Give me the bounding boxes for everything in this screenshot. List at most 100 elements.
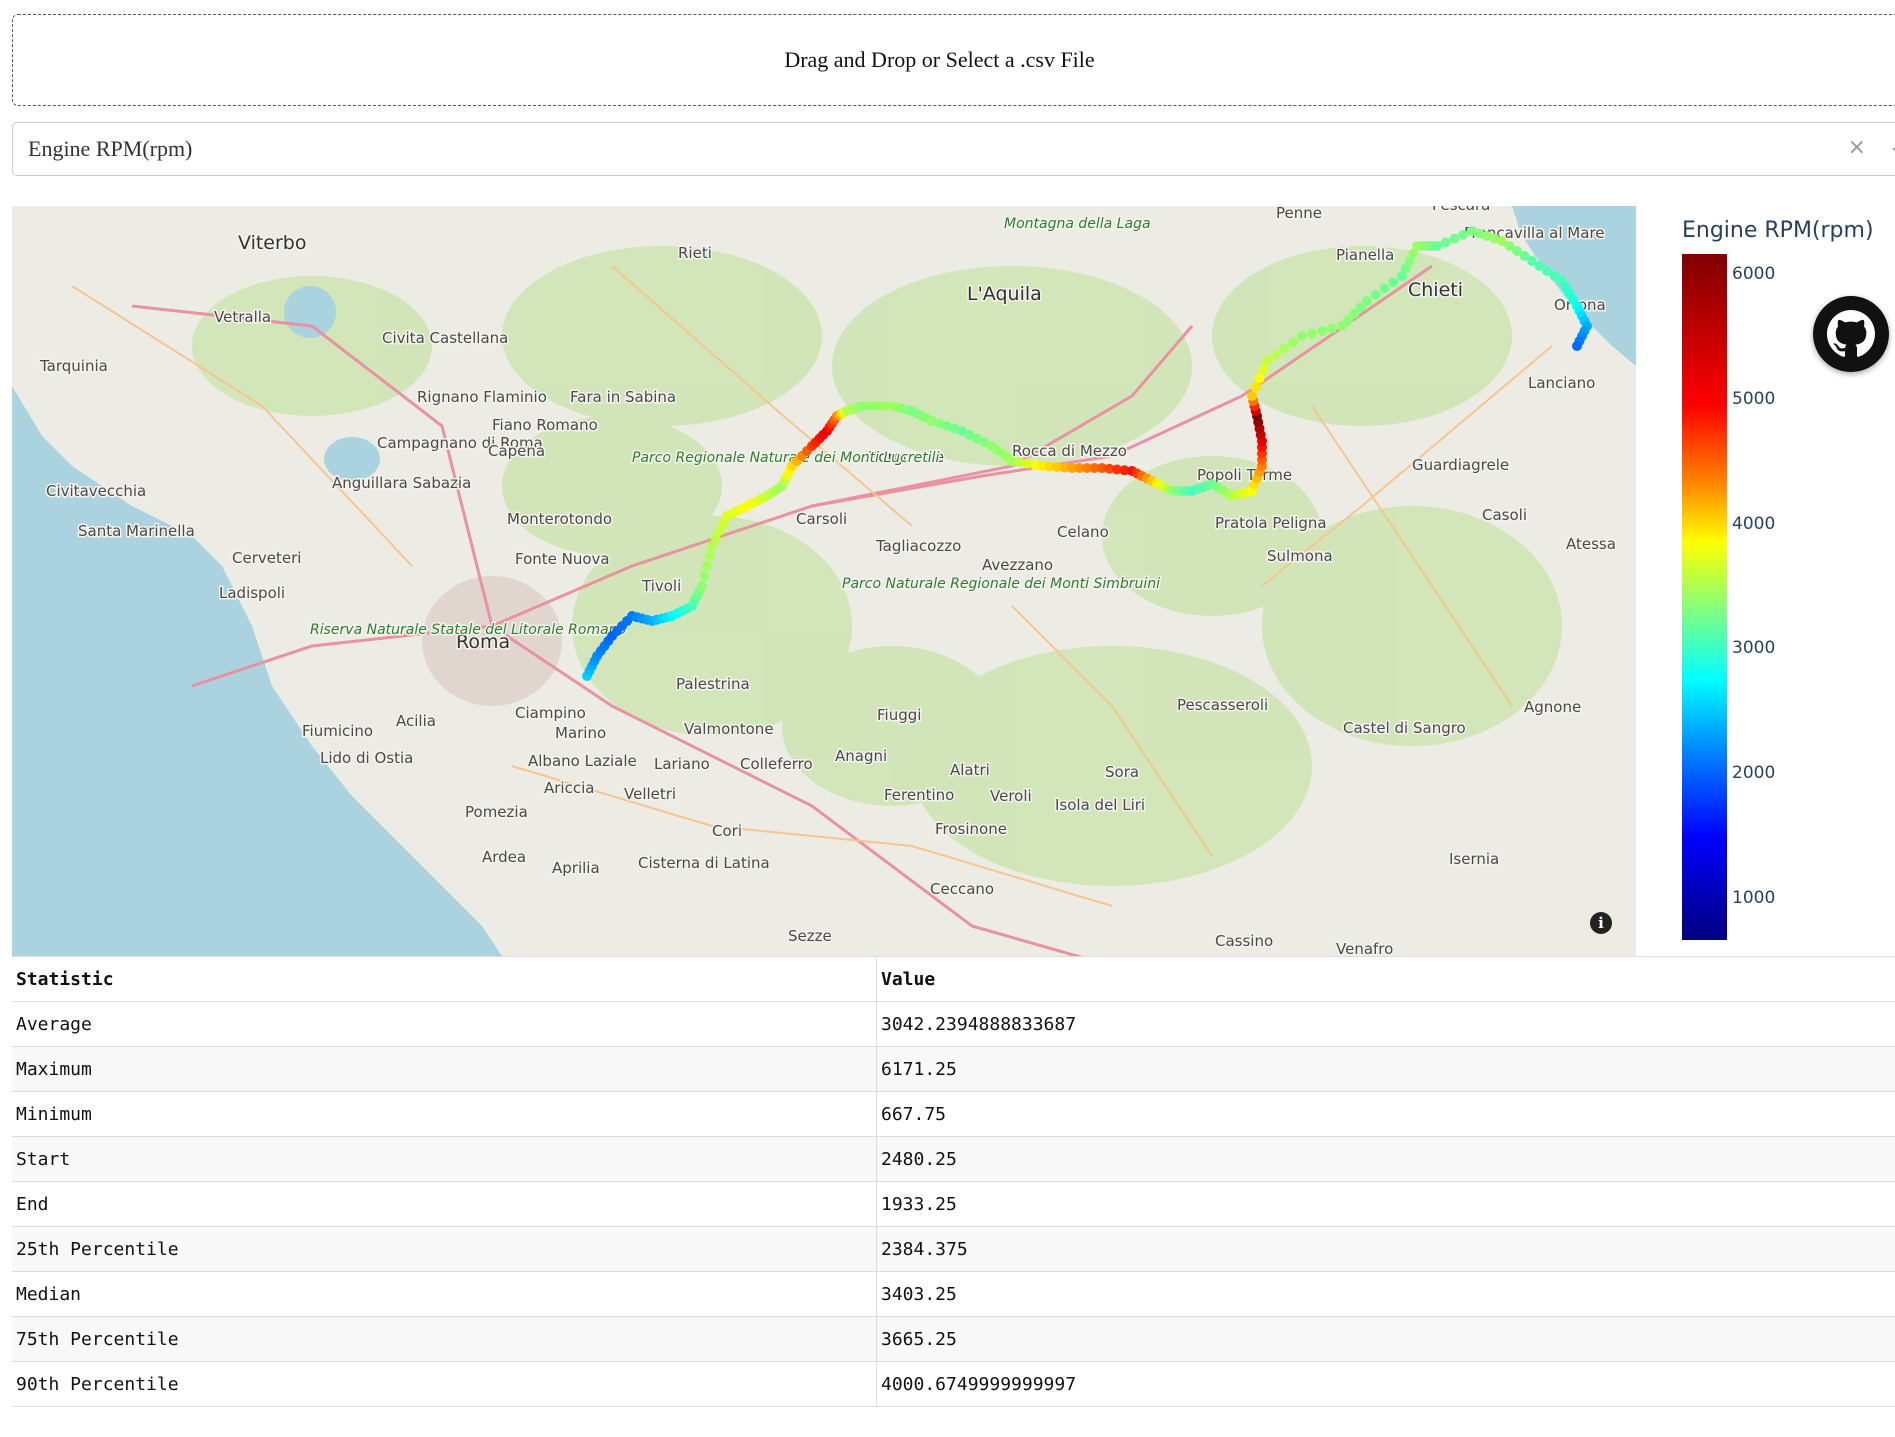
route-point[interactable] [697,581,707,591]
map-label: Penne [1276,206,1322,222]
route-point[interactable] [1270,349,1281,360]
map-label: Sezze [788,927,832,945]
map-label: Monterotondo [507,510,612,528]
map-label: Marino [555,724,606,742]
route-point[interactable] [1362,296,1372,306]
map-label: Pomezia [465,803,528,821]
route-point[interactable] [1307,328,1317,339]
selected-value: Engine RPM(rpm) [28,136,193,161]
map-label: Albano Laziale [528,752,637,770]
route-point[interactable] [1388,277,1399,288]
value-cell: 3403.25 [876,1271,1895,1317]
statistic-cell: Maximum [12,1046,877,1092]
github-link[interactable] [1813,296,1889,372]
route-point[interactable] [1258,364,1269,375]
statistic-cell: Average [12,1001,877,1047]
map-label: Guardiagrele [1412,456,1509,474]
value-cell: 6171.25 [876,1046,1895,1092]
map-canvas[interactable]: Viterbo Rieti L'Aquila Vetralla Civita C… [12,206,1636,956]
map-label: Fiano Romano [492,416,598,434]
map-label: Celano [1057,523,1109,541]
route-point[interactable] [1432,241,1442,251]
colorbar-tick: 2000 [1732,763,1776,783]
map-label: Anagni [835,747,887,765]
header-value: Value [876,956,1895,1002]
map-label: L'Aquila [967,283,1042,305]
table-row: Maximum 6171.25 [12,1046,1895,1092]
route-point[interactable] [1440,237,1451,248]
lake-vico [284,286,336,338]
map-label: Rignano Flaminio [417,388,547,406]
map-label: Ceccano [930,880,994,898]
colorbar-tick: 4000 [1732,514,1776,534]
route-point[interactable] [702,561,712,571]
route-point[interactable] [1572,341,1582,351]
route-point[interactable] [1449,233,1460,244]
map-label: Montagna della Laga [1004,216,1151,232]
route-point[interactable] [1254,373,1265,384]
map-label: Valmontone [684,720,774,738]
info-icon[interactable]: i [1590,912,1612,934]
route-point[interactable] [1379,283,1390,294]
table-row: Start 2480.25 [12,1136,1895,1182]
map-label: Acilia [396,712,436,730]
map-label: Rocca di Mezzo [1012,442,1127,460]
route-point[interactable] [1247,391,1257,401]
map-label: Anguillara Sabazia [332,474,471,492]
map-label: Aprilia [552,859,600,877]
route-point[interactable] [1458,229,1469,240]
map-label: Fiumicino [302,722,373,740]
table-row: 25th Percentile 2384.375 [12,1226,1895,1272]
map-label: Ardea [482,848,526,866]
colorbar-tick: 5000 [1732,389,1776,409]
map-label: Isernia [1449,850,1499,868]
map-label: Agnone [1524,698,1581,716]
route-point[interactable] [1297,331,1307,341]
csv-upload-dropzone[interactable]: Drag and Drop or Select a .csv File [12,14,1895,106]
map-label: Fiuggi [877,706,921,724]
map-label: Tagliacozzo [875,537,961,555]
route-point[interactable] [1317,326,1327,336]
value-cell: 2480.25 [876,1136,1895,1182]
github-icon [1827,310,1875,357]
map-label: Pescara [1432,206,1490,214]
map-label: Parco Naturale Regionale dei Monti Simbr… [842,576,1160,592]
map-label: Cisterna di Latina [638,854,770,872]
map-label: Pratola Peligna [1215,514,1327,532]
value-cell: 4000.6749999999997 [876,1361,1895,1407]
upload-label: Drag and Drop or Select a .csv File [784,47,1095,72]
value-cell: 3042.2394888833687 [876,1001,1895,1047]
map-label: Parco Regionale Naturale dei Monti Lucre… [632,450,939,466]
table-row: Median 3403.25 [12,1271,1895,1317]
statistic-cell: 25th Percentile [12,1226,877,1272]
table-row: Average 3042.2394888833687 [12,1001,1895,1047]
route-point[interactable] [1250,382,1261,393]
map-label: Fara in Sabina [570,388,676,406]
route-point[interactable] [1327,323,1337,334]
map-label: Cassino [1215,932,1273,950]
route-point[interactable] [1279,343,1290,354]
map-label: Lariano [654,755,710,773]
map-label: Tarquinia [39,357,108,375]
route-point[interactable] [1262,356,1272,366]
colorbar-tick: 6000 [1732,264,1776,284]
clear-icon[interactable]: × [1848,135,1866,160]
map-label: Tivoli [641,577,681,595]
map-label: Casoli [1482,506,1527,524]
map-label: Pianella [1336,246,1394,264]
map-label: Avezzano [982,556,1053,574]
route-point[interactable] [1288,337,1299,348]
route-point[interactable] [704,551,715,561]
map-label: Frosinone [935,820,1007,838]
route-point[interactable] [699,571,710,581]
value-cell: 3665.25 [876,1316,1895,1362]
map-label: Veroli [990,787,1032,805]
map-label: Ladispoli [219,584,285,602]
route-point[interactable] [1370,289,1381,300]
variable-select[interactable]: Engine RPM(rpm) × [12,122,1895,176]
map-label: Palestrina [676,675,750,693]
route-map[interactable]: Viterbo Rieti L'Aquila Vetralla Civita C… [12,206,1636,956]
table-header-row: Statistic Value [12,956,1895,1002]
map-label: Cori [712,822,742,840]
map-label: Castel di Sangro [1343,719,1466,737]
